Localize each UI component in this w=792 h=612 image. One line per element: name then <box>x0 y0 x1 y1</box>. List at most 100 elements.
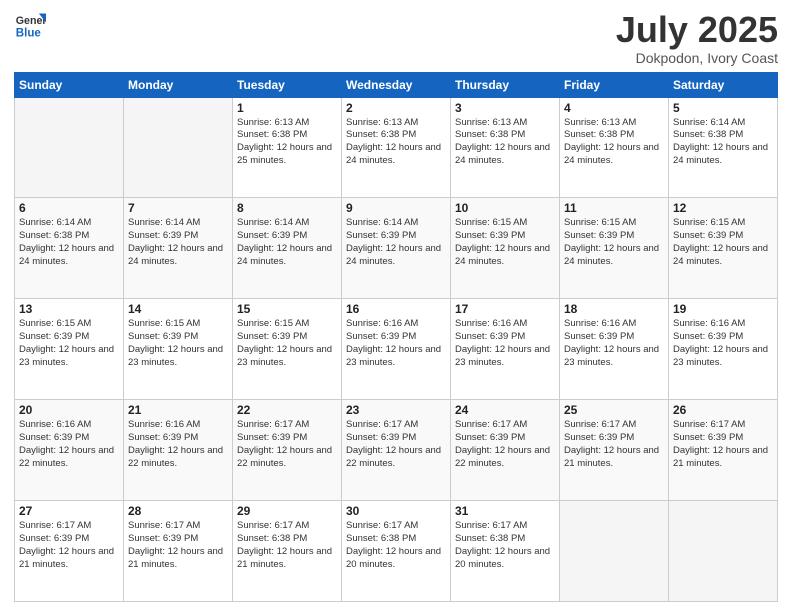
weekday-header-tuesday: Tuesday <box>233 72 342 97</box>
day-number: 3 <box>455 101 555 115</box>
calendar-week-row: 13 Sunrise: 6:15 AM Sunset: 6:39 PM Dayli… <box>15 299 778 400</box>
day-info: Sunrise: 6:14 AM Sunset: 6:38 PM Dayligh… <box>673 117 773 168</box>
day-info: Sunrise: 6:13 AM Sunset: 6:38 PM Dayligh… <box>346 117 446 168</box>
calendar-week-row: 6 Sunrise: 6:14 AM Sunset: 6:38 PM Daylig… <box>15 198 778 299</box>
calendar-cell: 23 Sunrise: 6:17 AM Sunset: 6:39 PM Dayli… <box>342 400 451 501</box>
calendar-cell: 25 Sunrise: 6:17 AM Sunset: 6:39 PM Dayli… <box>560 400 669 501</box>
day-number: 1 <box>237 101 337 115</box>
day-number: 18 <box>564 302 664 316</box>
day-info: Sunrise: 6:17 AM Sunset: 6:39 PM Dayligh… <box>564 419 664 470</box>
calendar-cell: 24 Sunrise: 6:17 AM Sunset: 6:39 PM Dayli… <box>451 400 560 501</box>
day-number: 20 <box>19 403 119 417</box>
calendar-cell: 21Sunrise: 6:16 AM Sunset: 6:39 PM Dayli… <box>124 400 233 501</box>
day-info: Sunrise: 6:16 AM Sunset: 6:39 PM Dayligh… <box>673 318 773 369</box>
day-number: 16 <box>346 302 446 316</box>
day-info: Sunrise: 6:14 AM Sunset: 6:39 PM Dayligh… <box>346 217 446 268</box>
calendar-header-row: SundayMondayTuesdayWednesdayThursdayFrid… <box>15 72 778 97</box>
calendar-week-row: 27 Sunrise: 6:17 AM Sunset: 6:39 PM Dayli… <box>15 501 778 602</box>
day-number: 23 <box>346 403 446 417</box>
day-info: Sunrise: 6:17 AM Sunset: 6:38 PM Dayligh… <box>346 520 446 571</box>
day-number: 13 <box>19 302 119 316</box>
day-number: 31 <box>455 504 555 518</box>
day-info: Sunrise: 6:13 AM Sunset: 6:38 PM Dayligh… <box>455 117 555 168</box>
calendar-table: SundayMondayTuesdayWednesdayThursdayFrid… <box>14 72 778 602</box>
day-info: Sunrise: 6:17 AM Sunset: 6:39 PM Dayligh… <box>19 520 119 571</box>
title-month: July 2025 <box>616 10 778 50</box>
calendar-cell <box>560 501 669 602</box>
calendar-cell <box>124 97 233 198</box>
day-info: Sunrise: 6:17 AM Sunset: 6:38 PM Dayligh… <box>455 520 555 571</box>
logo: General Blue <box>14 10 49 42</box>
day-number: 9 <box>346 201 446 215</box>
calendar-cell: 11Sunrise: 6:15 AM Sunset: 6:39 PM Dayli… <box>560 198 669 299</box>
svg-text:Blue: Blue <box>16 28 42 40</box>
day-info: Sunrise: 6:17 AM Sunset: 6:39 PM Dayligh… <box>455 419 555 470</box>
day-number: 12 <box>673 201 773 215</box>
calendar-cell: 2 Sunrise: 6:13 AM Sunset: 6:38 PM Daylig… <box>342 97 451 198</box>
day-number: 22 <box>237 403 337 417</box>
calendar-cell: 31 Sunrise: 6:17 AM Sunset: 6:38 PM Dayli… <box>451 501 560 602</box>
day-number: 14 <box>128 302 228 316</box>
svg-text:General: General <box>16 15 46 27</box>
calendar-cell: 14 Sunrise: 6:15 AM Sunset: 6:39 PM Dayli… <box>124 299 233 400</box>
day-number: 27 <box>19 504 119 518</box>
day-info: Sunrise: 6:15 AM Sunset: 6:39 PM Dayligh… <box>455 217 555 268</box>
day-number: 28 <box>128 504 228 518</box>
day-number: 30 <box>346 504 446 518</box>
day-info: Sunrise: 6:14 AM Sunset: 6:39 PM Dayligh… <box>237 217 337 268</box>
day-info: Sunrise: 6:13 AM Sunset: 6:38 PM Dayligh… <box>564 117 664 168</box>
day-info: Sunrise: 6:17 AM Sunset: 6:39 PM Dayligh… <box>346 419 446 470</box>
calendar-cell: 4 Sunrise: 6:13 AM Sunset: 6:38 PM Daylig… <box>560 97 669 198</box>
day-number: 8 <box>237 201 337 215</box>
calendar-cell: 22 Sunrise: 6:17 AM Sunset: 6:39 PM Dayli… <box>233 400 342 501</box>
weekday-header-sunday: Sunday <box>15 72 124 97</box>
calendar-cell: 8 Sunrise: 6:14 AM Sunset: 6:39 PM Daylig… <box>233 198 342 299</box>
calendar-cell: 6 Sunrise: 6:14 AM Sunset: 6:38 PM Daylig… <box>15 198 124 299</box>
day-number: 7 <box>128 201 228 215</box>
calendar-week-row: 20Sunrise: 6:16 AM Sunset: 6:39 PM Dayli… <box>15 400 778 501</box>
weekday-header-friday: Friday <box>560 72 669 97</box>
calendar-cell: 3 Sunrise: 6:13 AM Sunset: 6:38 PM Daylig… <box>451 97 560 198</box>
day-number: 15 <box>237 302 337 316</box>
day-number: 2 <box>346 101 446 115</box>
day-info: Sunrise: 6:15 AM Sunset: 6:39 PM Dayligh… <box>673 217 773 268</box>
day-number: 29 <box>237 504 337 518</box>
day-info: Sunrise: 6:17 AM Sunset: 6:39 PM Dayligh… <box>237 419 337 470</box>
day-info: Sunrise: 6:17 AM Sunset: 6:39 PM Dayligh… <box>673 419 773 470</box>
day-number: 5 <box>673 101 773 115</box>
calendar-cell: 5 Sunrise: 6:14 AM Sunset: 6:38 PM Daylig… <box>669 97 778 198</box>
calendar-cell: 13 Sunrise: 6:15 AM Sunset: 6:39 PM Dayli… <box>15 299 124 400</box>
calendar-cell: 30 Sunrise: 6:17 AM Sunset: 6:38 PM Dayli… <box>342 501 451 602</box>
calendar-cell <box>15 97 124 198</box>
calendar-cell: 26Sunrise: 6:17 AM Sunset: 6:39 PM Dayli… <box>669 400 778 501</box>
header: General Blue July 2025 Dokpodon, Ivory C… <box>14 10 778 66</box>
day-info: Sunrise: 6:16 AM Sunset: 6:39 PM Dayligh… <box>455 318 555 369</box>
calendar-week-row: 1 Sunrise: 6:13 AM Sunset: 6:38 PM Daylig… <box>15 97 778 198</box>
day-info: Sunrise: 6:16 AM Sunset: 6:39 PM Dayligh… <box>346 318 446 369</box>
day-number: 24 <box>455 403 555 417</box>
calendar-cell: 29 Sunrise: 6:17 AM Sunset: 6:38 PM Dayli… <box>233 501 342 602</box>
calendar-cell: 16 Sunrise: 6:16 AM Sunset: 6:39 PM Dayli… <box>342 299 451 400</box>
day-info: Sunrise: 6:15 AM Sunset: 6:39 PM Dayligh… <box>19 318 119 369</box>
calendar-cell: 9 Sunrise: 6:14 AM Sunset: 6:39 PM Daylig… <box>342 198 451 299</box>
day-info: Sunrise: 6:17 AM Sunset: 6:39 PM Dayligh… <box>128 520 228 571</box>
day-number: 6 <box>19 201 119 215</box>
day-number: 4 <box>564 101 664 115</box>
day-number: 25 <box>564 403 664 417</box>
weekday-header-wednesday: Wednesday <box>342 72 451 97</box>
page: General Blue July 2025 Dokpodon, Ivory C… <box>0 0 792 612</box>
day-info: Sunrise: 6:15 AM Sunset: 6:39 PM Dayligh… <box>128 318 228 369</box>
weekday-header-thursday: Thursday <box>451 72 560 97</box>
calendar-cell: 28 Sunrise: 6:17 AM Sunset: 6:39 PM Dayli… <box>124 501 233 602</box>
calendar-cell: 19 Sunrise: 6:16 AM Sunset: 6:39 PM Dayli… <box>669 299 778 400</box>
day-info: Sunrise: 6:17 AM Sunset: 6:38 PM Dayligh… <box>237 520 337 571</box>
day-info: Sunrise: 6:13 AM Sunset: 6:38 PM Dayligh… <box>237 117 337 168</box>
day-info: Sunrise: 6:16 AM Sunset: 6:39 PM Dayligh… <box>564 318 664 369</box>
day-number: 19 <box>673 302 773 316</box>
day-number: 10 <box>455 201 555 215</box>
calendar-cell: 15Sunrise: 6:15 AM Sunset: 6:39 PM Dayli… <box>233 299 342 400</box>
weekday-header-monday: Monday <box>124 72 233 97</box>
day-info: Sunrise: 6:14 AM Sunset: 6:38 PM Dayligh… <box>19 217 119 268</box>
title-location: Dokpodon, Ivory Coast <box>616 50 778 66</box>
calendar-cell: 1 Sunrise: 6:13 AM Sunset: 6:38 PM Daylig… <box>233 97 342 198</box>
